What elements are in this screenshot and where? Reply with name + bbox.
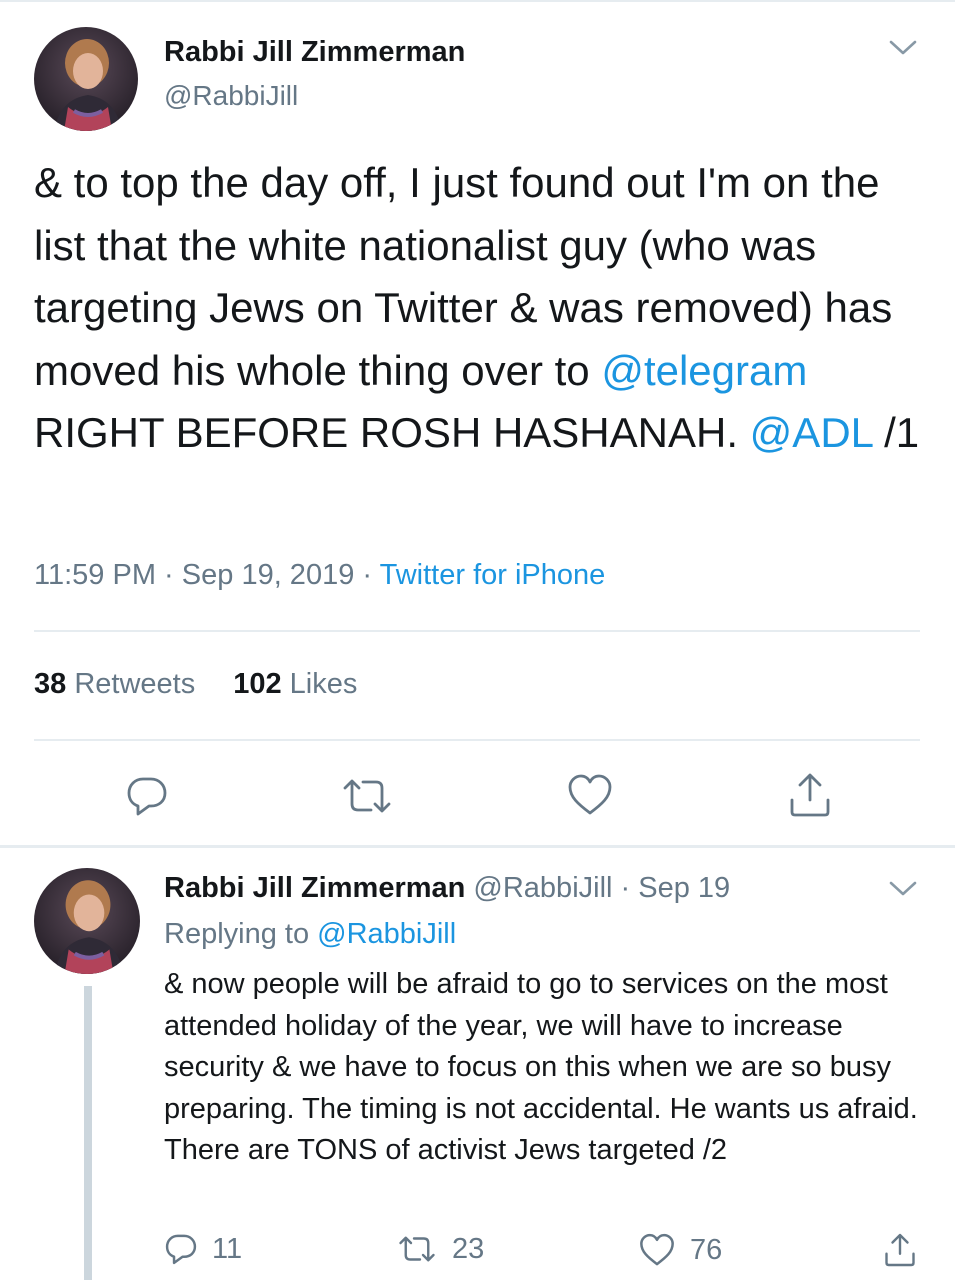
meta-separator: · (164, 559, 174, 591)
tweet-text-part: /1 (872, 409, 920, 456)
share-button[interactable] (882, 1232, 918, 1268)
like-button[interactable]: 76 (638, 1232, 722, 1268)
replying-to-handle[interactable]: @RabbiJill (317, 918, 456, 950)
author-handle[interactable]: @RabbiJill (164, 80, 298, 112)
tweet-text: & to top the day off, I just found out I… (34, 152, 924, 465)
tweet-date: Sep 19, 2019 (181, 559, 355, 591)
reply-button[interactable]: 11 (164, 1232, 242, 1266)
reply-text: & now people will be afraid to go to ser… (164, 968, 918, 1166)
share-icon (790, 773, 830, 817)
mention-link[interactable]: @ADL (750, 409, 873, 456)
engagement-stats: 38 Retweets 102 Likes (34, 668, 357, 701)
meta-separator: · (362, 559, 373, 591)
retweet-icon (343, 779, 391, 813)
author-name[interactable]: Rabbi Jill Zimmerman (164, 36, 465, 69)
replying-to-label: Replying to (164, 918, 310, 950)
retweet-icon (399, 1236, 435, 1262)
tweet-text-part: RIGHT BEFORE ROSH HASHANAH. (34, 409, 750, 456)
reply-tweet[interactable]: Rabbi Jill Zimmerman @RabbiJill · Sep 19… (0, 848, 955, 1280)
meta-separator: · (620, 872, 631, 904)
heart-icon (568, 774, 612, 815)
likes-label: Likes (289, 668, 358, 700)
avatar[interactable] (34, 27, 138, 131)
likes-stat[interactable]: 102 Likes (233, 668, 357, 700)
tweet-source-link[interactable]: Twitter for iPhone (380, 559, 606, 591)
divider (34, 739, 920, 741)
like-count: 76 (690, 1233, 723, 1266)
reply-count: 11 (212, 1232, 243, 1265)
reply-button[interactable] (125, 774, 169, 823)
tweet-date[interactable]: Sep 19 (638, 872, 730, 904)
thread-line (84, 986, 92, 1280)
retweet-count: 23 (452, 1232, 485, 1265)
author-handle[interactable]: @RabbiJill (473, 872, 612, 904)
reply-icon (127, 777, 167, 816)
chevron-down-icon[interactable] (888, 38, 918, 63)
share-icon (885, 1233, 915, 1267)
retweet-button[interactable] (339, 774, 395, 823)
divider (34, 630, 920, 632)
author-name[interactable]: Rabbi Jill Zimmerman (164, 872, 465, 904)
main-tweet: Rabbi Jill Zimmerman @RabbiJill & to top… (0, 0, 955, 845)
avatar[interactable] (34, 868, 140, 974)
mention-link[interactable]: @telegram (601, 347, 807, 394)
heart-icon (640, 1233, 674, 1266)
chevron-down-icon[interactable] (888, 879, 918, 904)
retweets-stat[interactable]: 38 Retweets (34, 668, 195, 700)
replying-to: Replying to @RabbiJill (164, 918, 456, 951)
tweet-meta: 11:59 PM · Sep 19, 2019 · Twitter for iP… (34, 559, 605, 592)
reply-icon (165, 1234, 197, 1265)
tweet-time: 11:59 PM (34, 559, 156, 591)
likes-count: 102 (233, 668, 282, 700)
share-button[interactable] (786, 772, 834, 823)
retweets-count: 38 (34, 668, 67, 700)
retweets-label: Retweets (74, 668, 196, 700)
like-button[interactable] (566, 772, 614, 823)
reply-header: Rabbi Jill Zimmerman @RabbiJill · Sep 19 (164, 872, 730, 905)
retweet-button[interactable]: 23 (396, 1232, 484, 1266)
